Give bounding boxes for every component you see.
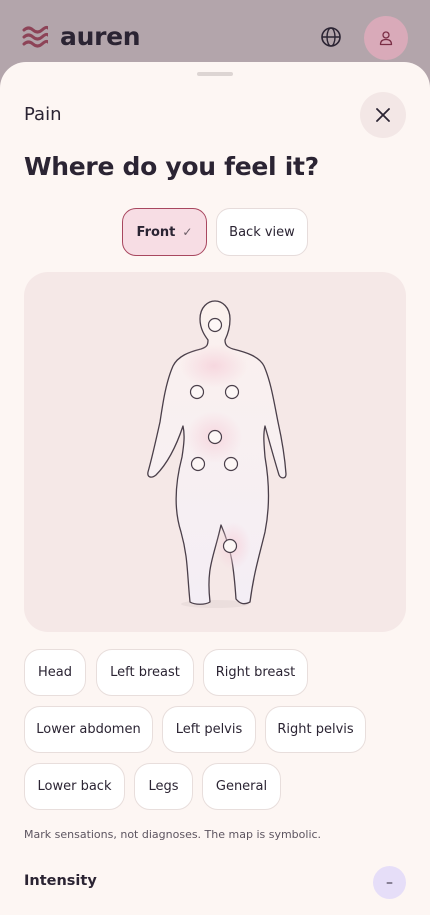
intensity-collapse-button[interactable]: – [373,866,406,899]
marker-left-pelvis[interactable] [190,456,206,472]
back-view-toggle[interactable]: Back view [216,208,308,256]
region-chip-lower-abdomen[interactable]: Lower abdomen [24,706,153,753]
user-icon [379,31,393,46]
region-chip-left-pelvis[interactable]: Left pelvis [162,706,256,753]
waves-icon [22,25,48,47]
close-button[interactable] [360,92,406,138]
marker-head[interactable] [207,317,223,333]
front-label: Front [136,224,176,240]
marker-lower-abdomen[interactable] [207,429,223,445]
app-name: auren [60,22,141,51]
intensity-heading: Intensity [24,873,97,889]
region-chip-left-breast[interactable]: Left breast [96,649,194,696]
region-chip-general[interactable]: General [202,763,281,810]
globe-icon [321,27,341,47]
marker-right-pelvis[interactable] [223,456,239,472]
region-chip-head[interactable]: Head [24,649,86,696]
app-logo[interactable]: auren [22,22,141,51]
language-button[interactable] [316,22,346,52]
minus-icon: – [386,874,393,891]
pain-sheet: Pain Where do you feel it? Front ✓ Back … [0,62,430,915]
body-figure [147,300,287,608]
chest-glow [180,344,248,388]
marker-legs[interactable] [222,538,238,554]
marker-left-breast[interactable] [189,384,205,400]
region-chip-lower-back[interactable]: Lower back [24,763,125,810]
sheet-grabber[interactable] [197,72,233,76]
question-heading: Where do you feel it? [24,152,319,181]
map-disclaimer: Mark sensations, not diagnoses. The map … [24,828,322,841]
body-map[interactable] [24,272,406,632]
close-icon [376,108,390,122]
front-view-toggle[interactable]: Front ✓ [122,208,207,256]
region-chip-right-breast[interactable]: Right breast [203,649,308,696]
region-chip-right-pelvis[interactable]: Right pelvis [265,706,366,753]
profile-button[interactable] [364,16,408,60]
back-label: Back view [229,224,295,240]
region-chip-legs[interactable]: Legs [134,763,193,810]
sheet-title: Pain [24,104,62,125]
check-icon: ✓ [182,225,193,239]
marker-right-breast[interactable] [224,384,240,400]
